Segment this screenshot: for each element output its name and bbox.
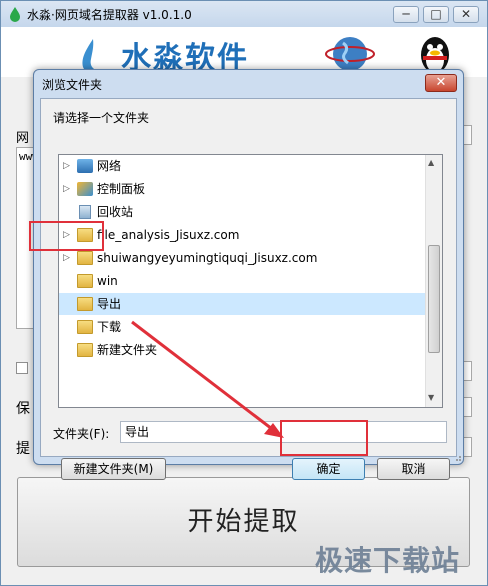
ok-highlight-box [280, 420, 368, 456]
tree-item-label: 新建文件夹 [97, 343, 158, 357]
tree-item[interactable]: 导出 [59, 293, 427, 315]
tree-item[interactable]: 新建文件夹 [59, 339, 427, 361]
cancel-button[interactable]: 取消 [377, 458, 450, 480]
dialog-close-button[interactable]: ✕ [425, 74, 457, 92]
expand-arrow-icon[interactable]: ▷ [63, 178, 70, 200]
tree-item-label: shuiwangyeyumingtiquqi_Jisuxz.com [97, 251, 318, 265]
tree-item-label: 下载 [97, 320, 122, 334]
tree-item-label: 回收站 [97, 205, 134, 219]
tree-item[interactable]: ▷ shuiwangyeyumingtiquqi_Jisuxz.com [59, 247, 427, 269]
new-folder-button[interactable]: 新建文件夹(M) [61, 458, 166, 480]
ok-button[interactable]: 确定 [292, 458, 365, 480]
tree-item-label: win [97, 274, 118, 288]
scroll-down-icon[interactable]: ▼ [428, 393, 434, 402]
minimize-button[interactable]: ─ [393, 6, 419, 23]
window-title: 水淼·网页域名提取器 v1.0.1.0 [27, 8, 192, 22]
extract-label: 提 [16, 441, 30, 457]
export-highlight-box [29, 221, 104, 251]
watermark: 极速下载站 [315, 544, 461, 577]
option-checkbox[interactable] [16, 362, 28, 374]
folder-icon [77, 251, 93, 265]
tree-item[interactable]: 下载 [59, 316, 427, 338]
folder-icon [77, 343, 93, 357]
close-button[interactable]: ✕ [453, 6, 479, 23]
scroll-thumb[interactable] [428, 245, 440, 353]
folder-icon [77, 320, 93, 334]
resize-grip-icon[interactable] [453, 453, 462, 462]
tree-scrollbar[interactable]: ▲ ▼ [425, 155, 442, 407]
tree-item[interactable]: ▷ 控制面板 [59, 178, 427, 200]
maximize-button[interactable]: □ [423, 6, 449, 23]
folder-label: 文件夹(F): [53, 427, 110, 441]
tree-item-label: 控制面板 [97, 182, 146, 196]
scroll-up-icon[interactable]: ▲ [428, 158, 434, 167]
save-path-label: 保 [16, 401, 30, 417]
network-icon [77, 159, 93, 173]
folder-icon [77, 297, 93, 311]
app-icon [10, 7, 20, 22]
tree-item[interactable]: ▷ 网络 [59, 155, 427, 177]
tree-item-label: 导出 [97, 297, 122, 311]
tree-item[interactable]: 回收站 [59, 201, 427, 223]
folder-icon [77, 274, 93, 288]
folder-tree[interactable]: ▷ 网络 ▷ 控制面板 回收站 ▷ file_analysis_Jisuxz.com ▷ shu… [58, 154, 443, 408]
dialog-title: 浏览文件夹 [42, 78, 103, 92]
tree-item-label: file_analysis_Jisuxz.com [97, 228, 240, 242]
main-titlebar: 水淼·网页域名提取器 v1.0.1.0 ─ □ ✕ [1, 1, 487, 27]
tree-item[interactable]: win [59, 270, 427, 292]
dialog-prompt: 请选择一个文件夹 [53, 111, 150, 125]
control-panel-icon [77, 182, 93, 196]
tree-item[interactable]: ▷ file_analysis_Jisuxz.com [59, 224, 427, 246]
browse-folder-dialog: 浏览文件夹 ✕ 请选择一个文件夹 ▷ 网络 ▷ 控制面板 回收站 ▷ file_analys… [33, 69, 464, 480]
url-label: 网 [16, 131, 30, 146]
dialog-client: 请选择一个文件夹 ▷ 网络 ▷ 控制面板 回收站 ▷ file_analysis_Jisux… [40, 98, 457, 480]
expand-arrow-icon[interactable]: ▷ [63, 155, 70, 177]
recycle-bin-icon [79, 205, 91, 219]
tree-item-label: 网络 [97, 159, 122, 173]
